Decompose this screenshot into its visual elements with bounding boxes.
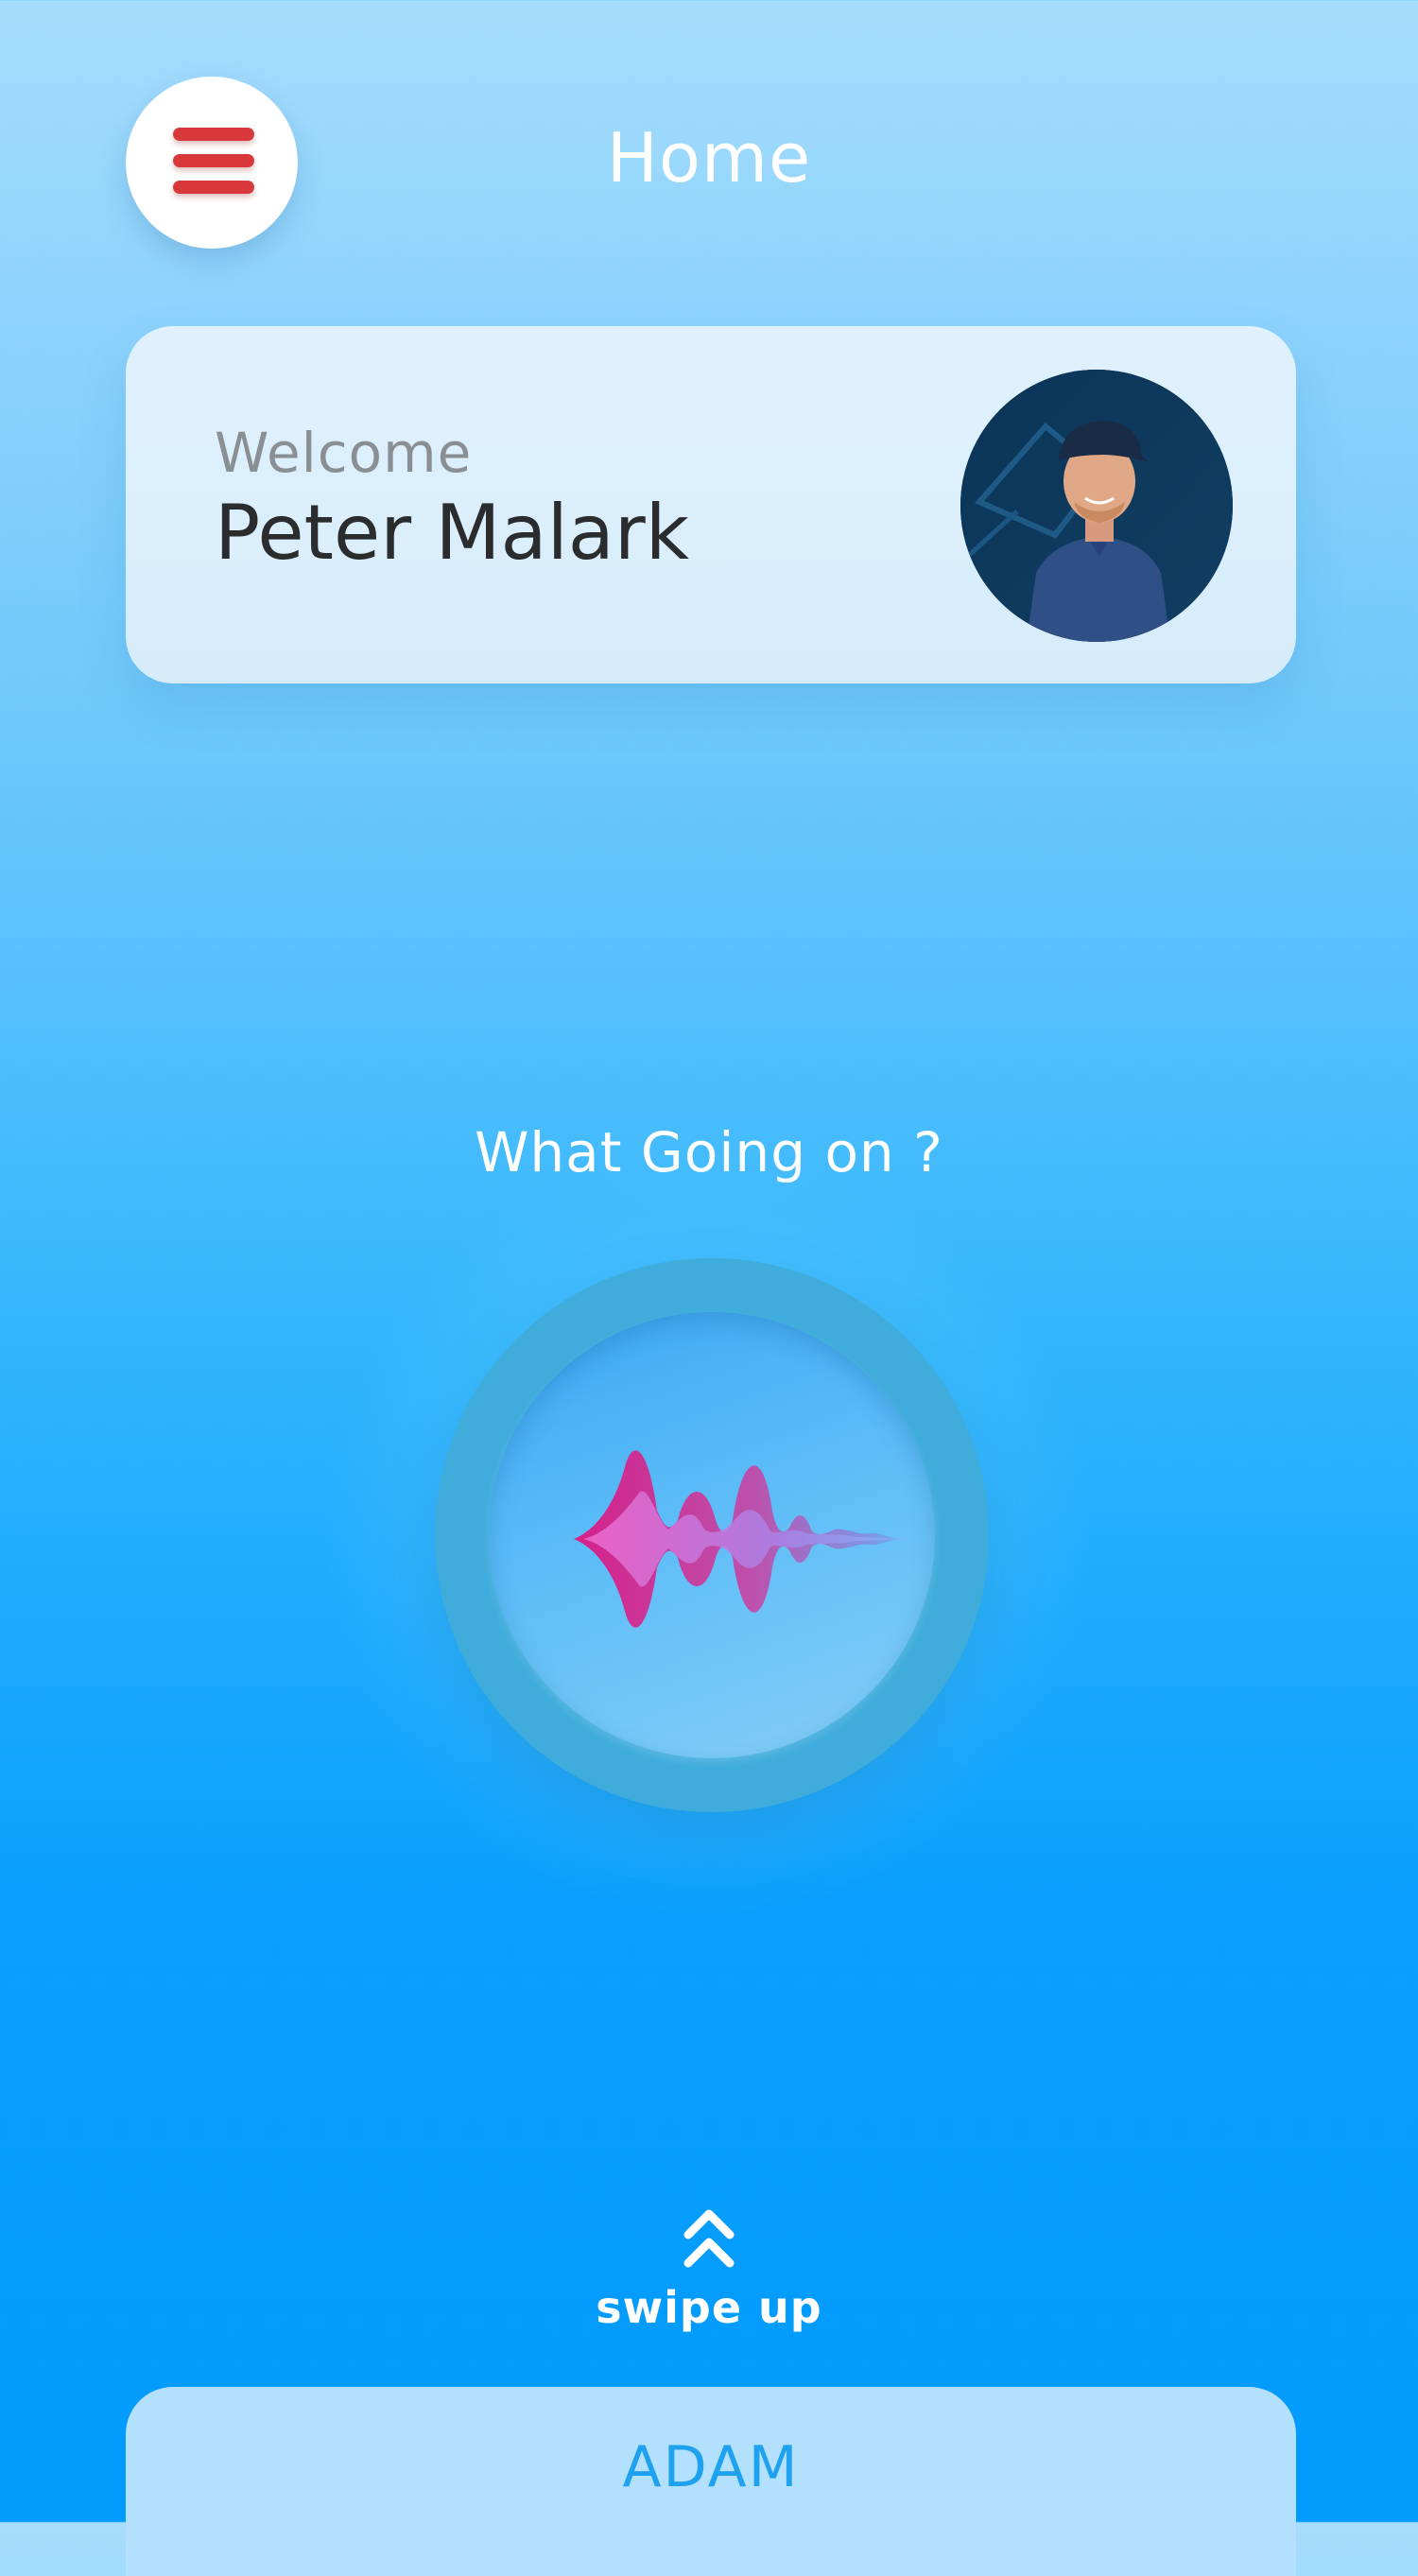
welcome-label: Welcome: [215, 421, 473, 485]
user-avatar-photo: [960, 370, 1233, 642]
page-title: Home: [606, 118, 812, 198]
user-name: Peter Malark: [215, 489, 690, 577]
voice-button-inner: [489, 1312, 935, 1758]
double-chevron-up-icon[interactable]: [683, 2206, 735, 2273]
welcome-card: Welcome Peter Malark: [126, 326, 1296, 683]
avatar[interactable]: [960, 370, 1233, 642]
assistant-card[interactable]: ADAM: [126, 2387, 1296, 2576]
swipe-up-label: swipe up: [596, 2282, 822, 2333]
voice-button[interactable]: [435, 1258, 989, 1812]
assistant-name: ADAM: [622, 2434, 800, 2500]
sound-wave-icon: [574, 1450, 914, 1628]
